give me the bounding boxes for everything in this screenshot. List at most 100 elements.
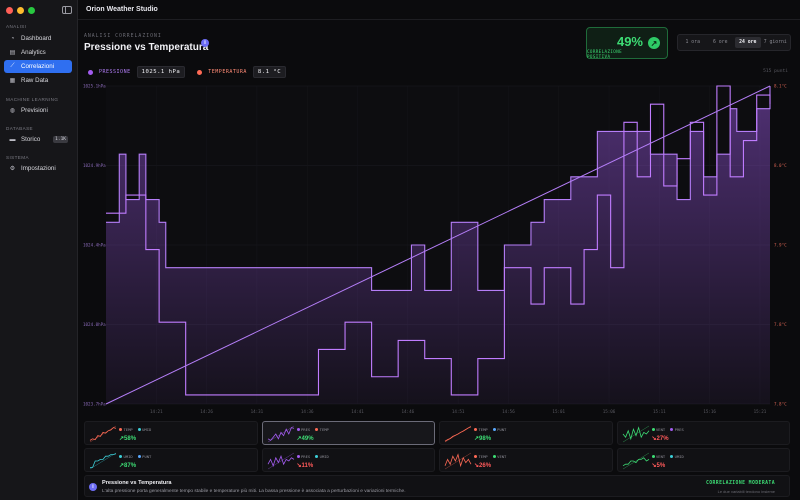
settings-icon: ⚙ [9,166,16,172]
sidebar-item-dashboard[interactable]: ◔ Dashboard [4,32,72,45]
insight-title: Pressione vs Temperatura [102,480,172,486]
title-bar: Orion Weather Studio [78,0,800,20]
insight-text: L'alta pressione porta generalmente temp… [102,489,406,494]
variable-dot [119,455,122,458]
variable-label: VENT [656,454,666,459]
variable-label: PUNT [142,454,152,459]
tab-1-ora[interactable]: 1 ora [680,37,706,48]
mini-chart-variables: VENT PRES [651,427,684,432]
mini-chart-card[interactable]: PRES TEMP ↗49% [261,421,435,445]
x-tick: 14:26 [200,409,213,414]
correlation-label: CORRELAZIONE POSITIVA [587,49,623,59]
mini-chart-value: 11% [301,463,314,469]
variable-tag: VENT [651,427,666,432]
mini-sparkline [444,452,472,470]
variable-tag: PRES [296,454,310,459]
variable-label: UMID [319,454,329,459]
mini-chart-value: 49% [301,436,314,442]
variable-tag: VENT [651,454,666,459]
sidebar-item-impostazioni[interactable]: ⚙ Impostazioni [4,162,72,175]
variable-label: PRES [301,427,311,432]
variable-label: VENT [497,454,507,459]
mini-chart-card[interactable]: VENT UMID ↘5% [616,448,790,472]
variable-dot [296,455,300,458]
page-title: Pressione vs Temperatura [84,42,209,53]
mini-trend-line [89,425,117,443]
variable-tag: UMID [137,427,151,432]
x-tick: 15:21 [754,409,767,414]
mini-sparkline [89,425,117,443]
mini-sparkline [622,425,649,443]
temperature-legend-label: TEMPERATURA [208,69,247,75]
mini-sparkline-path [444,453,472,468]
mini-sparkline [267,425,294,443]
tab-7-giorni[interactable]: 7 giorni [763,37,789,48]
temperature-current-value: 8.1 °C [252,66,287,78]
x-tick: 14:51 [452,409,465,414]
forecast-icon: ◍ [9,108,16,114]
minimize-window-button[interactable] [17,7,24,14]
sidebar-item-analytics[interactable]: ▤ Analytics [4,46,72,59]
variable-dot [492,455,496,458]
mini-chart-variables: TEMP UMID [119,427,151,432]
variable-dot [670,455,674,458]
sidebar-section-machine-learning: MACHINE LEARNING [6,97,59,102]
mini-chart-correlation: ↗98% [474,435,491,442]
x-tick: 15:11 [653,409,666,414]
close-window-button[interactable] [6,7,13,14]
variable-dot [651,428,655,431]
x-tick: 14:46 [402,409,415,414]
mini-chart-variables: PRES UMID [296,454,329,459]
tab-6-ore[interactable]: 6 ore [708,37,734,48]
correlation-chart[interactable]: 1025.1hPa 8.1°C 1024.9hPa 8.0°C 1024.4hPa 7.9… [78,78,800,418]
mini-sparkline [444,425,472,443]
y-tick-left: 1024.4hPa [83,243,106,248]
mini-chart-card[interactable]: TEMP UMID ↗58% [84,421,258,445]
mini-chart-correlation: ↗87% [119,462,136,469]
x-tick: 14:56 [502,409,515,414]
zoom-window-button[interactable] [28,7,35,14]
variable-label: UMID [674,454,684,459]
raw-data-icon: ▦ [9,78,16,84]
mini-chart-card[interactable]: VENT PRES ↘27% [616,421,790,445]
mini-chart-variables: PRES TEMP [296,427,329,432]
mini-chart-value: 58% [124,436,137,442]
dashboard-icon: ◔ [10,35,15,42]
sidebar-item-storico[interactable]: ▬ Storico 1.1K [4,133,72,146]
y-tick-left: 1024.9hPa [83,163,106,168]
variable-label: VENT [656,427,666,432]
variable-tag: VENT [492,454,507,459]
mini-chart-card[interactable]: TEMP PUNT ↗98% [439,421,613,445]
mini-chart-value: 87% [124,463,137,469]
variable-dot [474,428,477,431]
analytics-icon: ▤ [9,50,16,56]
mini-chart-variables: VENT UMID [651,454,684,459]
variable-dot [492,428,496,431]
y-tick-left: 1025.1hPa [83,84,106,89]
sidebar-item-label: Raw Data [21,77,49,84]
tab-24-ore[interactable]: 24 ore [735,37,761,48]
sidebar-item-raw-data[interactable]: ▦ Raw Data [4,74,72,87]
app-title: Orion Weather Studio [86,6,158,13]
info-icon: i [89,483,97,491]
sidebar-item-previsioni[interactable]: ◍ Previsioni [4,104,72,117]
variable-tag: PRES [296,427,311,432]
mini-chart-card[interactable]: TEMP VENT ↘26% [439,448,613,472]
chart-legend: PRESSIONE 1025.1 hPa TEMPERATURA 8.1 °C [88,66,292,78]
correlation-summary: 49% CORRELAZIONE POSITIVA ↗ [586,27,668,59]
variable-tag: TEMP [315,427,329,432]
y-tick-right: 8.1°C [774,84,787,89]
mini-chart-card[interactable]: UMID PUNT ↗87% [84,448,258,472]
correlation-icon: ⟋ [10,63,15,69]
mini-chart-correlation: ↘26% [474,462,491,469]
mini-sparkline [89,452,117,470]
mini-chart-card[interactable]: PRES UMID ↘11% [261,448,435,472]
sidebar-item-correlazioni[interactable]: ⟋ Correlazioni [4,60,72,73]
variable-label: TEMP [319,427,329,432]
y-tick-left: 1023.7hPa [83,402,106,407]
sidebar-toggle-icon[interactable] [62,6,72,14]
info-icon[interactable]: i [201,39,209,47]
x-tick: 15:01 [552,409,565,414]
variable-dot [315,455,319,458]
sidebar: ANALISI ◔ Dashboard ▤ Analytics ⟋ Correl… [0,0,78,500]
